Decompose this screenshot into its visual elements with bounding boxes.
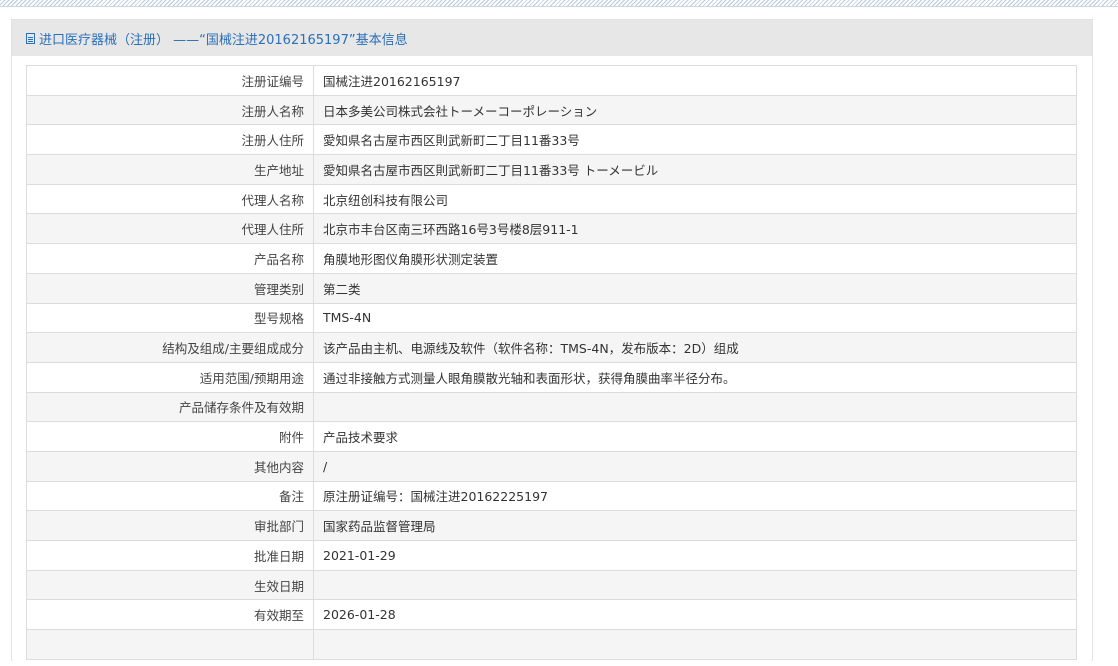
field-value xyxy=(313,391,1077,423)
table-row: 代理人名称 北京纽创科技有限公司 xyxy=(26,183,1077,215)
field-label: 其他内容 xyxy=(26,450,314,482)
field-value: 国家药品监督管理局 xyxy=(313,510,1077,541)
field-value xyxy=(313,629,1077,660)
field-label: 产品储存条件及有效期 xyxy=(26,391,314,423)
panel-header: 进口医疗器械（注册） ——“国械注进20162165197”基本信息 xyxy=(12,20,1092,56)
table-row: 结构及组成/主要组成成分 该产品由主机、电源线及软件（软件名称：TMS-4N，发布… xyxy=(26,332,1077,363)
panel-title: 进口医疗器械（注册） ——“国械注进20162165197”基本信息 xyxy=(39,32,408,48)
field-label: 结构及组成/主要组成成分 xyxy=(26,332,314,363)
field-label: 生产地址 xyxy=(26,154,314,185)
field-label: 注册证编号 xyxy=(26,65,314,96)
document-icon xyxy=(26,32,35,44)
field-label: 备注 xyxy=(26,480,314,512)
field-value: 2021-01-29 xyxy=(313,540,1077,571)
table-row: 备注 原注册证编号：国械注进20162225197 xyxy=(26,480,1077,512)
table-row: 附件 产品技术要求 xyxy=(26,421,1077,452)
field-value xyxy=(313,569,1077,601)
field-label: 代理人名称 xyxy=(26,183,314,215)
field-label: 型号规格 xyxy=(26,302,314,334)
field-value: 角膜地形图仪角膜形状测定装置 xyxy=(313,243,1077,274)
field-value: / xyxy=(313,450,1077,482)
table-row: 审批部门 国家药品监督管理局 xyxy=(26,510,1077,541)
field-value: 产品技术要求 xyxy=(313,421,1077,452)
field-value: 2026-01-28 xyxy=(313,599,1077,631)
field-label: 有效期至 xyxy=(26,599,314,631)
field-value: 原注册证编号：国械注进20162225197 xyxy=(313,480,1077,512)
field-label xyxy=(26,629,314,660)
panel-body: 注册证编号 国械注进20162165197 注册人名称 日本多美公司株式会社トーメーコ… xyxy=(12,56,1092,666)
table-row: 型号规格 TMS-4N xyxy=(26,302,1077,334)
field-label: 注册人名称 xyxy=(26,94,314,126)
table-row: 注册人名称 日本多美公司株式会社トーメーコーポレーション xyxy=(26,94,1077,126)
field-value: 该产品由主机、电源线及软件（软件名称：TMS-4N，发布版本：2D）组成 xyxy=(313,332,1077,363)
field-value: 愛知県名古屋市西区則武新町二丁目11番33号 xyxy=(313,124,1077,156)
field-label: 批准日期 xyxy=(26,540,314,571)
table-row: 有效期至 2026-01-28 xyxy=(26,599,1077,631)
table-row xyxy=(26,629,1077,660)
table-row: 注册人住所 愛知県名古屋市西区則武新町二丁目11番33号 xyxy=(26,124,1077,156)
field-label: 管理类别 xyxy=(26,272,314,304)
info-table-body: 注册证编号 国械注进20162165197 注册人名称 日本多美公司株式会社トーメーコ… xyxy=(26,65,1077,660)
field-value: 日本多美公司株式会社トーメーコーポレーション xyxy=(313,94,1077,126)
field-label: 注册人住所 xyxy=(26,124,314,156)
field-label: 生效日期 xyxy=(26,569,314,601)
field-label: 产品名称 xyxy=(26,243,314,274)
field-label: 代理人住所 xyxy=(26,213,314,245)
field-value: 愛知県名古屋市西区則武新町二丁目11番33号 トーメービル xyxy=(313,154,1077,185)
table-row: 生效日期 xyxy=(26,569,1077,601)
field-value: 通过非接触方式测量人眼角膜散光轴和表面形状，获得角膜曲率半径分布。 xyxy=(313,361,1077,393)
field-value: 北京市丰台区南三环西路16号3号楼8层911-1 xyxy=(313,213,1077,245)
field-value: 北京纽创科技有限公司 xyxy=(313,183,1077,215)
info-panel: 进口医疗器械（注册） ——“国械注进20162165197”基本信息 注册证编号… xyxy=(11,19,1093,666)
table-row: 注册证编号 国械注进20162165197 xyxy=(26,65,1077,96)
info-table: 注册证编号 国械注进20162165197 注册人名称 日本多美公司株式会社トーメーコ… xyxy=(26,65,1077,660)
table-row: 生产地址 愛知県名古屋市西区則武新町二丁目11番33号 トーメービル xyxy=(26,154,1077,185)
table-row: 批准日期 2021-01-29 xyxy=(26,540,1077,571)
field-value: TMS-4N xyxy=(313,302,1077,334)
table-row: 代理人住所 北京市丰台区南三环西路16号3号楼8层911-1 xyxy=(26,213,1077,245)
table-row: 产品名称 角膜地形图仪角膜形状测定装置 xyxy=(26,243,1077,274)
field-value: 国械注进20162165197 xyxy=(313,65,1077,96)
field-label: 附件 xyxy=(26,421,314,452)
field-label: 适用范围/预期用途 xyxy=(26,361,314,393)
field-value: 第二类 xyxy=(313,272,1077,304)
table-row: 管理类别 第二类 xyxy=(26,272,1077,304)
table-row: 其他内容 / xyxy=(26,450,1077,482)
table-row: 产品储存条件及有效期 xyxy=(26,391,1077,423)
top-border-decoration xyxy=(0,0,1118,7)
table-row: 适用范围/预期用途 通过非接触方式测量人眼角膜散光轴和表面形状，获得角膜曲率半径分… xyxy=(26,361,1077,393)
field-label: 审批部门 xyxy=(26,510,314,541)
